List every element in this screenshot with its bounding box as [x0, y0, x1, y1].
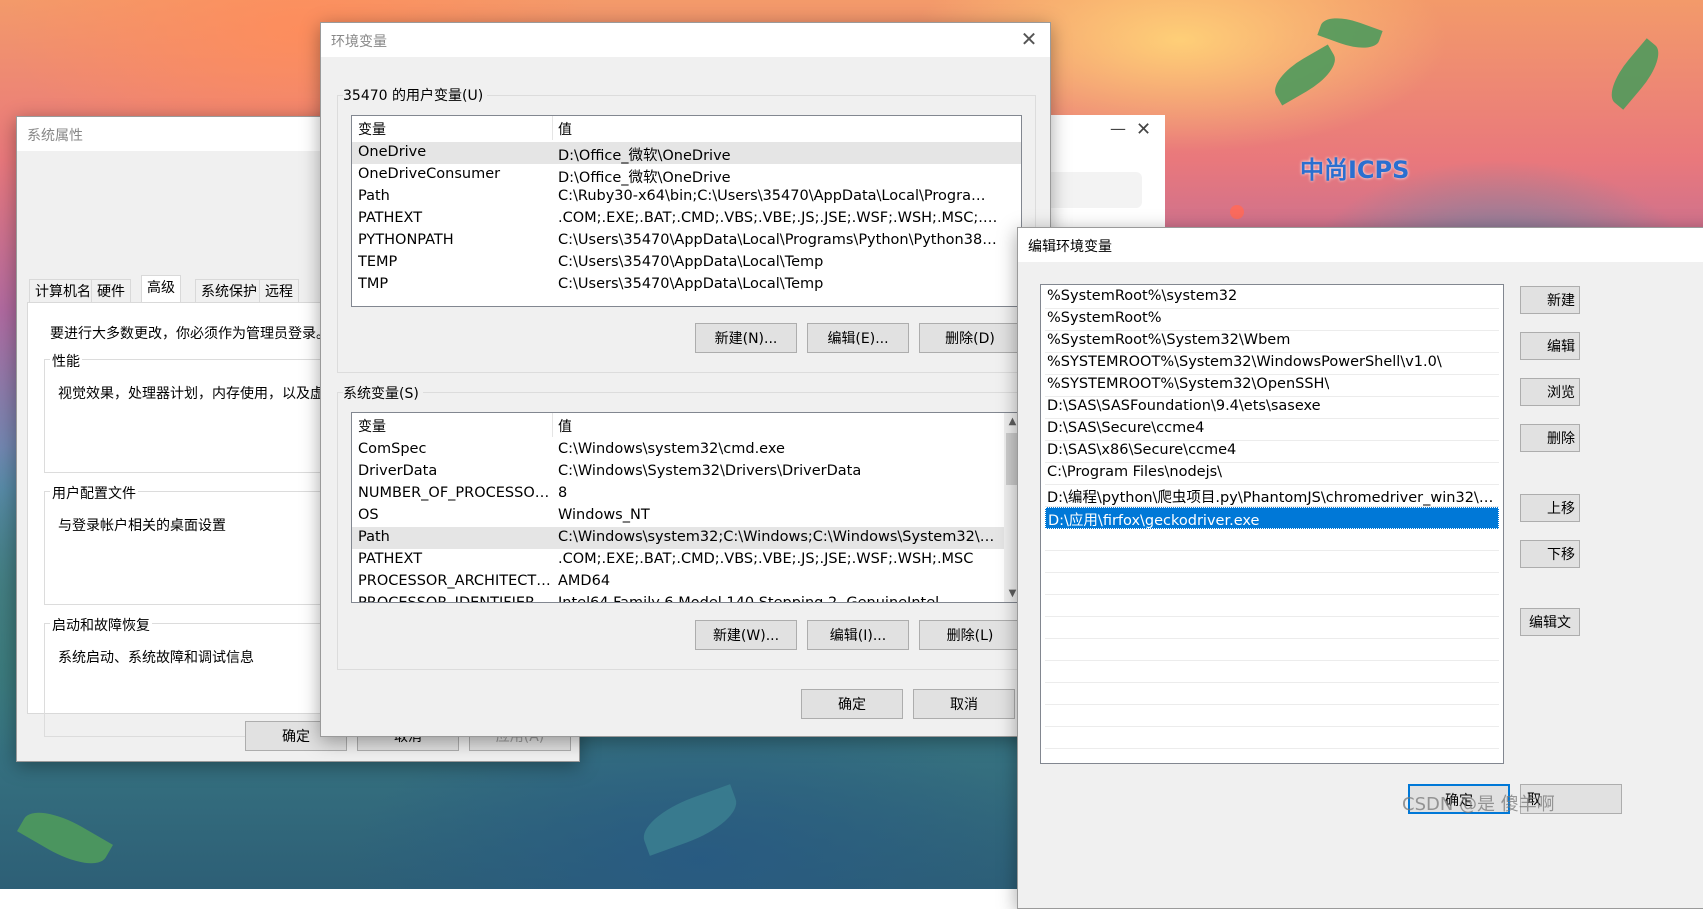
edit-edit-button[interactable]: 编辑 [1520, 332, 1580, 360]
edit-environment-variable-titlebar[interactable]: 编辑环境变量 [1018, 228, 1703, 262]
system-properties-title: 系统属性 [27, 128, 83, 144]
list-item[interactable]: D:\编程\python\爬虫项目.py\PhantomJS\chromedri… [1045, 485, 1499, 507]
list-item[interactable]: NUMBER_OF_PROCESSORS 8 [352, 483, 1021, 505]
path-entries-list[interactable]: %SystemRoot%\system32 %SystemRoot% %Syst… [1040, 284, 1504, 764]
edit-environment-variable-window: 编辑环境变量 %SystemRoot%\system32 %SystemRoot… [1017, 227, 1703, 909]
list-item[interactable]: OneDriveConsumer D:\Office_微软\OneDrive [352, 164, 1021, 186]
list-item-empty[interactable] [1045, 705, 1499, 727]
tab-computer-name[interactable]: 计算机名 [29, 279, 97, 303]
list-item-empty[interactable] [1045, 551, 1499, 573]
user-new-button[interactable]: 新建(N)... [695, 323, 797, 353]
list-item[interactable]: D:\SAS\x86\Secure\ccme4 [1045, 441, 1499, 463]
list-item[interactable]: D:\SAS\SASFoundation\9.4\ets\sasexe [1045, 397, 1499, 419]
user-variables-list[interactable]: 变量 值 OneDrive D:\Office_微软\OneDrive OneD… [351, 115, 1022, 307]
list-item[interactable]: %SystemRoot%\System32\Wbem [1045, 331, 1499, 353]
environment-variables-titlebar[interactable]: 环境变量 ✕ [321, 23, 1050, 57]
user-edit-button[interactable]: 编辑(E)... [807, 323, 909, 353]
list-item[interactable]: D:\SAS\Secure\ccme4 [1045, 419, 1499, 441]
column-header-value[interactable]: 值 [558, 119, 572, 139]
tab-remote[interactable]: 远程 [259, 279, 299, 303]
list-item-empty[interactable] [1045, 683, 1499, 705]
system-new-button[interactable]: 新建(W)... [695, 620, 797, 650]
list-item[interactable]: OneDrive D:\Office_微软\OneDrive [352, 142, 1021, 164]
column-header-variable[interactable]: 变量 [358, 416, 386, 436]
list-item[interactable]: ComSpec C:\Windows\system32\cmd.exe [352, 439, 1021, 461]
environment-variables-title: 环境变量 [331, 34, 387, 50]
list-item[interactable]: PATHEXT .COM;.EXE;.BAT;.CMD;.VBS;.VBE;.J… [352, 549, 1021, 571]
list-item-empty[interactable] [1045, 727, 1499, 749]
edit-browse-button[interactable]: 浏览 [1520, 378, 1580, 406]
list-item[interactable]: C:\Program Files\nodejs\ [1045, 463, 1499, 485]
wallpaper-flower [1230, 205, 1244, 219]
startup-recovery-desc: 系统启动、系统故障和调试信息 [58, 650, 254, 666]
list-header: 变量 值 [352, 413, 1021, 437]
system-variables-list[interactable]: 变量 值 ComSpec C:\Windows\system32\cmd.exe… [351, 412, 1022, 603]
startup-recovery-label: 启动和故障恢复 [50, 615, 152, 635]
user-profile-desc: 与登录帐户相关的桌面设置 [58, 518, 226, 534]
list-item[interactable]: PROCESSOR_IDENTIFIER Intel64 Family 6 Mo… [352, 593, 1021, 602]
tab-system-protection[interactable]: 系统保护 [195, 279, 263, 303]
close-icon[interactable]: ✕ [1017, 27, 1041, 51]
edit-text-button[interactable]: 编辑文 [1520, 608, 1580, 636]
user-delete-button[interactable]: 删除(D) [919, 323, 1021, 353]
system-edit-button[interactable]: 编辑(I)... [807, 620, 909, 650]
user-profile-label: 用户配置文件 [50, 483, 138, 503]
system-delete-button[interactable]: 删除(L) [919, 620, 1021, 650]
list-item[interactable]: PROCESSOR_ARCHITECTURE AMD64 [352, 571, 1021, 593]
system-variables-label: 系统变量(S) [343, 383, 423, 403]
environment-cancel-button[interactable]: 取消 [913, 689, 1015, 719]
edit-environment-variable-title: 编辑环境变量 [1028, 239, 1112, 255]
close-icon[interactable]: ✕ [1136, 119, 1151, 140]
edit-move-down-button[interactable]: 下移 [1520, 540, 1580, 568]
background-window: — ✕ [1040, 115, 1165, 235]
column-header-variable[interactable]: 变量 [358, 119, 386, 139]
list-item-empty[interactable] [1045, 617, 1499, 639]
list-item[interactable]: DriverData C:\Windows\System32\Drivers\D… [352, 461, 1021, 483]
list-item[interactable]: PATHEXT .COM;.EXE;.BAT;.CMD;.VBS;.VBE;.J… [352, 208, 1021, 230]
list-item-empty[interactable] [1045, 573, 1499, 595]
edit-delete-button[interactable]: 删除 [1520, 424, 1580, 452]
list-item[interactable]: %SystemRoot% [1045, 309, 1499, 331]
environment-variables-window: 环境变量 ✕ 35470 的用户变量(U) 变量 值 OneDrive D:\O… [320, 22, 1051, 737]
list-item[interactable]: %SystemRoot%\system32 [1045, 287, 1499, 309]
column-separator[interactable] [552, 413, 553, 437]
list-item[interactable]: %SYSTEMROOT%\System32\OpenSSH\ [1045, 375, 1499, 397]
background-window-searchbox [1040, 172, 1142, 208]
edit-move-up-button[interactable]: 上移 [1520, 494, 1580, 522]
tab-advanced[interactable]: 高级 [141, 275, 181, 303]
list-item[interactable]: Path C:\Ruby30-x64\bin;C:\Users\35470\Ap… [352, 186, 1021, 208]
list-item[interactable]: OS Windows_NT [352, 505, 1021, 527]
admin-note: 要进行大多数更改，你必须作为管理员登录。 [50, 326, 330, 342]
list-item-selected[interactable]: D:\应用\firfox\geckodriver.exe [1045, 507, 1499, 529]
list-item-empty[interactable] [1045, 639, 1499, 661]
list-item[interactable]: TMP C:\Users\35470\AppData\Local\Temp [352, 274, 1021, 296]
column-header-value[interactable]: 值 [558, 416, 572, 436]
list-item[interactable]: Path C:\Windows\system32;C:\Windows;C:\W… [352, 527, 1021, 549]
list-item[interactable]: TEMP C:\Users\35470\AppData\Local\Temp [352, 252, 1021, 274]
list-header: 变量 值 [352, 116, 1021, 140]
column-separator[interactable] [552, 116, 553, 140]
list-item[interactable]: %SYSTEMROOT%\System32\WindowsPowerShell\… [1045, 353, 1499, 375]
performance-label: 性能 [50, 351, 82, 371]
desktop-logo: 中尚ICPS [1300, 156, 1410, 184]
user-variables-label: 35470 的用户变量(U) [343, 85, 488, 105]
list-item-empty[interactable] [1045, 661, 1499, 683]
csdn-watermark: CSDN @是 傻羊啊 [1402, 794, 1555, 815]
edit-new-button[interactable]: 新建 [1520, 286, 1580, 314]
list-item-empty[interactable] [1045, 529, 1499, 551]
tab-hardware[interactable]: 硬件 [91, 279, 131, 303]
performance-desc: 视觉效果，处理器计划，内存使用，以及虚 [58, 386, 324, 402]
environment-ok-button[interactable]: 确定 [801, 689, 903, 719]
list-item[interactable]: PYTHONPATH C:\Users\35470\AppData\Local\… [352, 230, 1021, 252]
minimize-icon[interactable]: — [1110, 119, 1126, 138]
list-item-empty[interactable] [1045, 595, 1499, 617]
